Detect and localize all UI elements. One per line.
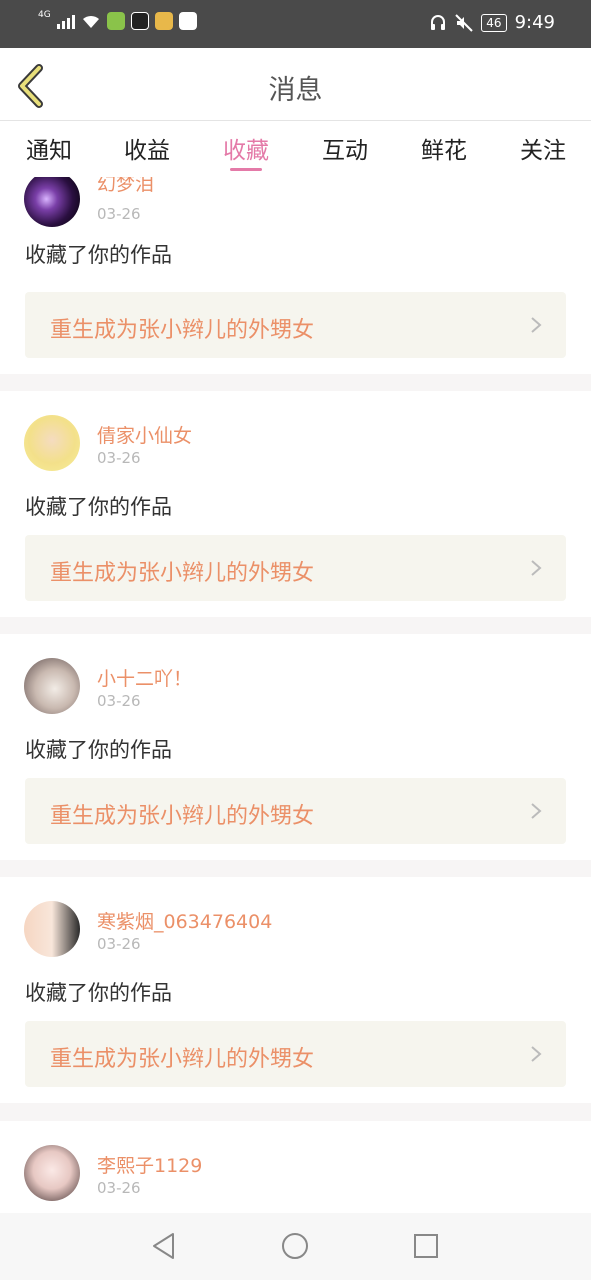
message-date: 03-26: [97, 449, 141, 467]
active-tab-indicator: [230, 168, 262, 171]
work-title: 重生成为张小辫儿的外甥女: [50, 561, 315, 586]
message-date: 03-26: [97, 935, 141, 953]
message-card: 倩家小仙女 03-26 收藏了你的作品 重生成为张小辫儿的外甥女: [0, 391, 591, 617]
battery-indicator: 46: [481, 13, 507, 32]
clock: 9:49: [514, 12, 555, 33]
message-card: 李熙子1129 03-26: [0, 1121, 591, 1213]
wifi-icon: [82, 15, 99, 28]
action-text: 收藏了你的作品: [25, 738, 172, 762]
nav-back-icon[interactable]: [149, 1231, 179, 1261]
work-link[interactable]: 重生成为张小辫儿的外甥女: [25, 535, 566, 601]
work-link[interactable]: 重生成为张小辫儿的外甥女: [25, 778, 566, 844]
work-title: 重生成为张小辫儿的外甥女: [50, 318, 315, 343]
message-card: 小十二吖！ 03-26 收藏了你的作品 重生成为张小辫儿的外甥女: [0, 634, 591, 860]
chevron-right-icon: [531, 803, 542, 819]
avatar[interactable]: [24, 658, 80, 714]
work-title: 重生成为张小辫儿的外甥女: [50, 1047, 315, 1072]
chevron-right-icon: [531, 317, 542, 333]
app-notification-icon: [106, 12, 125, 30]
message-date: 03-26: [97, 205, 141, 223]
tab-bar: 通知 收益 收藏 互动 鲜花 关注: [0, 121, 591, 177]
action-text: 收藏了你的作品: [25, 981, 172, 1005]
signal-icon: [56, 13, 75, 29]
avatar[interactable]: [24, 1145, 80, 1201]
tab-follows[interactable]: 关注: [494, 131, 591, 165]
action-text: 收藏了你的作品: [25, 243, 172, 267]
work-link[interactable]: 重生成为张小辫儿的外甥女: [25, 1021, 566, 1087]
app-notification-icon: [178, 12, 197, 30]
system-nav-bar: [0, 1213, 591, 1280]
message-date: 03-26: [97, 692, 141, 710]
app-notification-icon: [130, 12, 149, 30]
work-link[interactable]: 重生成为张小辫儿的外甥女: [25, 292, 566, 358]
username[interactable]: 幻梦泪: [97, 177, 154, 196]
avatar[interactable]: [24, 415, 80, 471]
status-bar: 4G 46 9:49: [0, 0, 591, 48]
tab-interactions[interactable]: 互动: [296, 131, 394, 165]
page-title: 消息: [268, 75, 323, 106]
username[interactable]: 寒紫烟_063476404: [97, 907, 272, 934]
work-title: 重生成为张小辫儿的外甥女: [50, 804, 315, 829]
header: 消息: [0, 48, 591, 121]
message-date: 03-26: [97, 1179, 141, 1197]
message-list[interactable]: 幻梦泪 03-26 收藏了你的作品 重生成为张小辫儿的外甥女 倩家小仙女 03-…: [0, 177, 591, 1213]
tab-notifications[interactable]: 通知: [0, 131, 98, 165]
avatar[interactable]: [24, 901, 80, 957]
username[interactable]: 倩家小仙女: [97, 421, 192, 448]
chevron-right-icon: [531, 560, 542, 576]
message-card: 寒紫烟_063476404 03-26 收藏了你的作品 重生成为张小辫儿的外甥女: [0, 877, 591, 1103]
message-card: 幻梦泪 03-26 收藏了你的作品 重生成为张小辫儿的外甥女: [0, 177, 591, 374]
chevron-right-icon: [531, 1046, 542, 1062]
tab-flowers[interactable]: 鲜花: [395, 131, 493, 165]
avatar[interactable]: [24, 177, 80, 227]
network-type: 4G: [38, 10, 51, 20]
action-text: 收藏了你的作品: [25, 495, 172, 519]
mute-icon: [455, 13, 474, 32]
username[interactable]: 小十二吖！: [97, 664, 192, 691]
app-notification-icon: [154, 12, 173, 30]
nav-recents-icon[interactable]: [411, 1231, 441, 1261]
tab-earnings[interactable]: 收益: [98, 131, 196, 165]
tab-favorites[interactable]: 收藏: [197, 131, 295, 165]
username[interactable]: 李熙子1129: [97, 1151, 202, 1178]
headset-icon: [431, 14, 446, 30]
nav-home-icon[interactable]: [280, 1231, 310, 1261]
